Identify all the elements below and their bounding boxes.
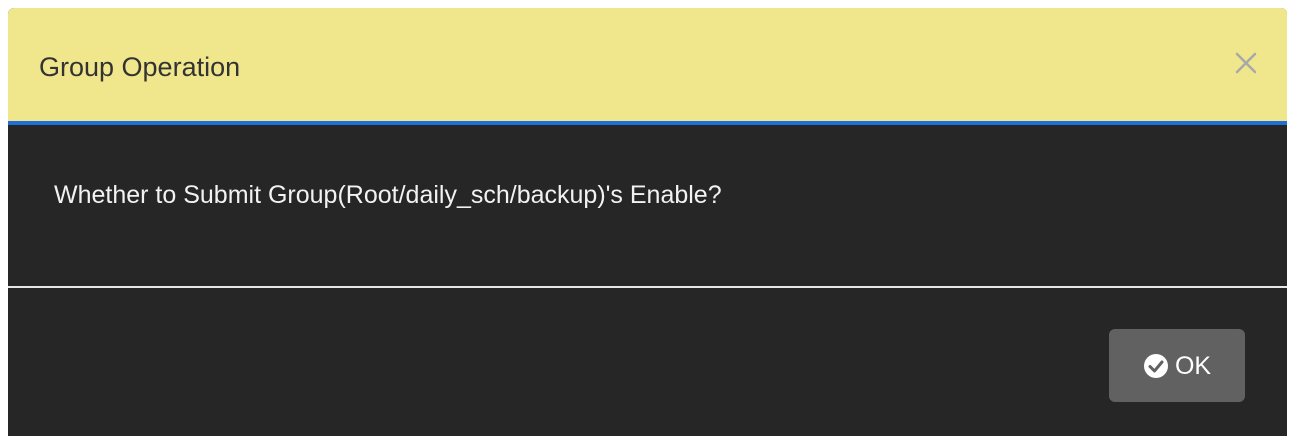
- close-button[interactable]: [1229, 46, 1263, 80]
- close-icon: [1235, 52, 1257, 74]
- dialog-body: Whether to Submit Group(Root/daily_sch/b…: [8, 125, 1287, 286]
- ok-button[interactable]: OK: [1109, 329, 1245, 402]
- ok-button-label: OK: [1174, 351, 1212, 380]
- group-operation-dialog: Group Operation Whether to Submit Group(…: [8, 8, 1287, 436]
- dialog-header: Group Operation: [8, 8, 1287, 125]
- dialog-title: Group Operation: [39, 52, 241, 82]
- dialog-footer: OK: [8, 288, 1287, 436]
- confirmation-message: Whether to Submit Group(Root/daily_sch/b…: [54, 181, 722, 209]
- check-circle-icon: [1143, 353, 1168, 378]
